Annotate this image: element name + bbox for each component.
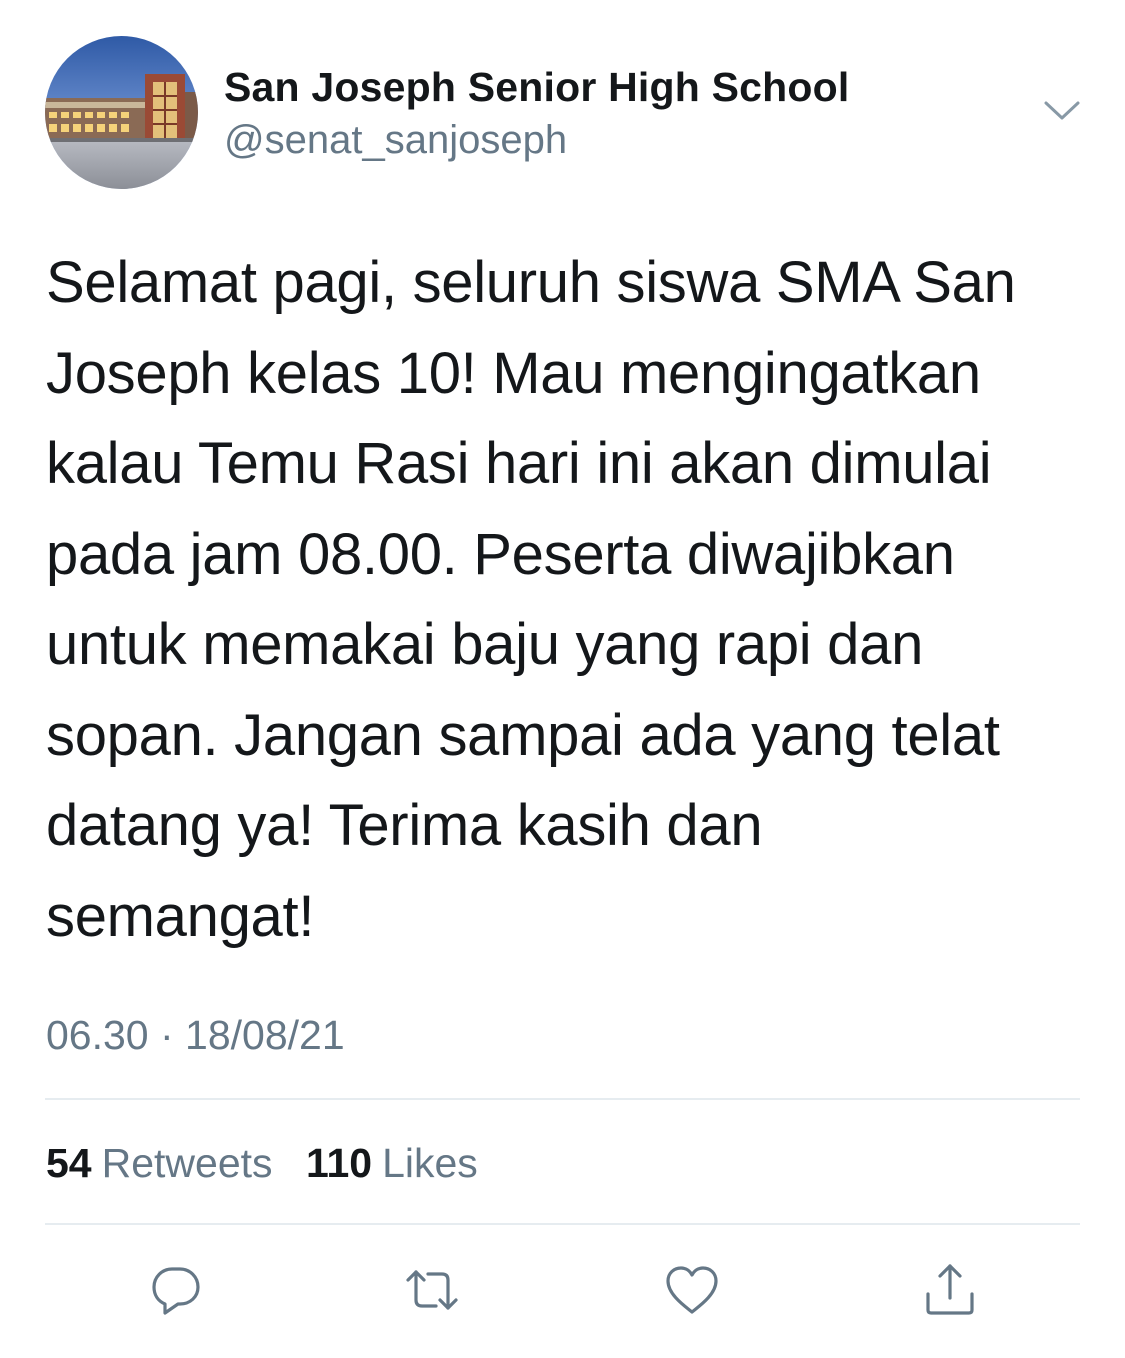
- reply-icon: [152, 1267, 200, 1315]
- tweet-text-line: datang ya! Terima kasih dan: [46, 793, 763, 858]
- tweet-text-line: Joseph kelas 10! Mau mengingatkan: [46, 340, 981, 406]
- tweet-text: Selamat pagi, seluruh siswa SMA San Jose…: [46, 238, 1086, 962]
- account-handle[interactable]: @senat_sanjoseph: [224, 118, 567, 163]
- like-button[interactable]: [664, 1262, 720, 1318]
- retweets-label: Retweets: [101, 1140, 273, 1186]
- divider: [45, 1223, 1080, 1225]
- retweets-stat[interactable]: 54 Retweets: [46, 1140, 273, 1187]
- account-name[interactable]: San Joseph Senior High School: [224, 64, 849, 111]
- tweet-detail: San Joseph Senior High School @senat_san…: [0, 0, 1125, 1358]
- engagement-stats: 54 Retweets 110 Likes: [46, 1140, 500, 1187]
- tweet-text-line: pada jam 08.00. Peserta diwajibkan: [46, 521, 955, 587]
- reply-button[interactable]: [148, 1262, 204, 1318]
- retweets-count: 54: [46, 1140, 92, 1186]
- likes-count: 110: [305, 1140, 373, 1186]
- retweet-button[interactable]: [404, 1262, 460, 1318]
- likes-label: Likes: [382, 1140, 478, 1186]
- tweet-text-line: semangat!: [46, 883, 315, 949]
- chevron-down-icon: [1044, 101, 1080, 120]
- tweet-text-line: kalau Temu Rasi hari ini akan dimulai: [46, 431, 992, 496]
- retweet-icon: [406, 1270, 458, 1310]
- share-icon: [926, 1264, 974, 1315]
- tweet-text-line: Selamat pagi, seluruh siswa SMA San: [46, 250, 1016, 315]
- heart-icon: [666, 1266, 718, 1314]
- likes-stat[interactable]: 110 Likes: [306, 1140, 478, 1187]
- tweet-timestamp: 06.30 · 18/08/21: [46, 1012, 345, 1058]
- school-building-image: [45, 36, 198, 189]
- divider: [45, 1098, 1080, 1100]
- share-button[interactable]: [922, 1262, 978, 1318]
- avatar[interactable]: [45, 36, 198, 189]
- tweet-text-line: untuk memakai baju yang rapi dan: [46, 612, 924, 677]
- tweet-menu-button[interactable]: [1040, 92, 1084, 132]
- tweet-text-line: sopan. Jangan sampai ada yang telat: [46, 702, 1000, 768]
